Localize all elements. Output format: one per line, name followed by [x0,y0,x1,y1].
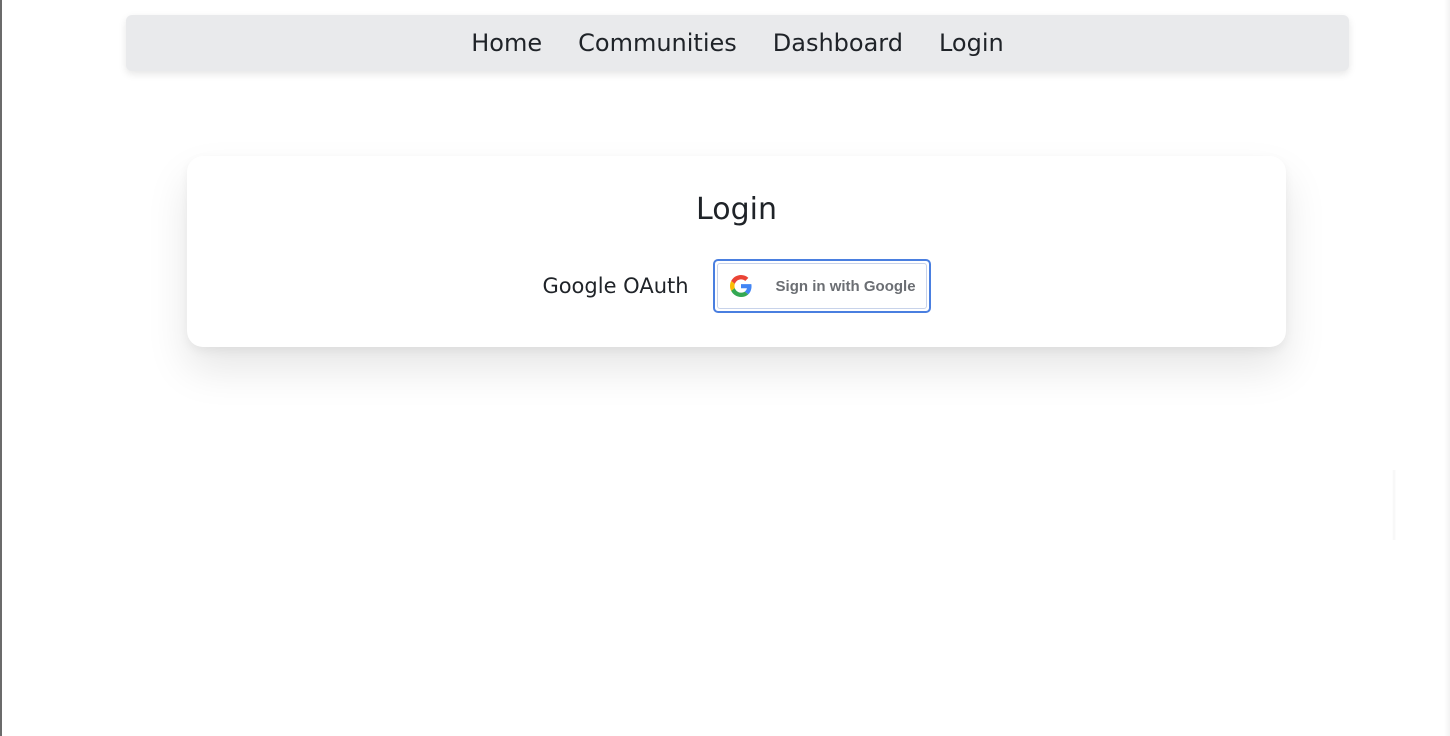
nav-item-communities[interactable]: Communities [560,15,755,71]
google-g-icon [729,275,752,297]
browser-viewport: Home Communities Dashboard Login Login G… [0,0,1450,736]
nav-item-login[interactable]: Login [921,15,1022,71]
window-right-edge [1444,0,1450,736]
google-button-inner: Sign in with Google [716,263,927,309]
scrollbar-track-hint [1392,470,1396,540]
sign-in-with-google-button[interactable]: Sign in with Google [712,259,931,313]
nav-item-home[interactable]: Home [453,15,560,71]
top-navbar: Home Communities Dashboard Login [126,15,1349,71]
nav-item-dashboard[interactable]: Dashboard [755,15,921,71]
login-card: Login Google OAuth Sign in with Google [187,156,1286,347]
login-title: Login [696,192,777,227]
google-oauth-row: Google OAuth Sign in with Google [187,259,1286,313]
google-oauth-label: Google OAuth [542,274,689,298]
google-button-label: Sign in with Google [775,277,916,295]
